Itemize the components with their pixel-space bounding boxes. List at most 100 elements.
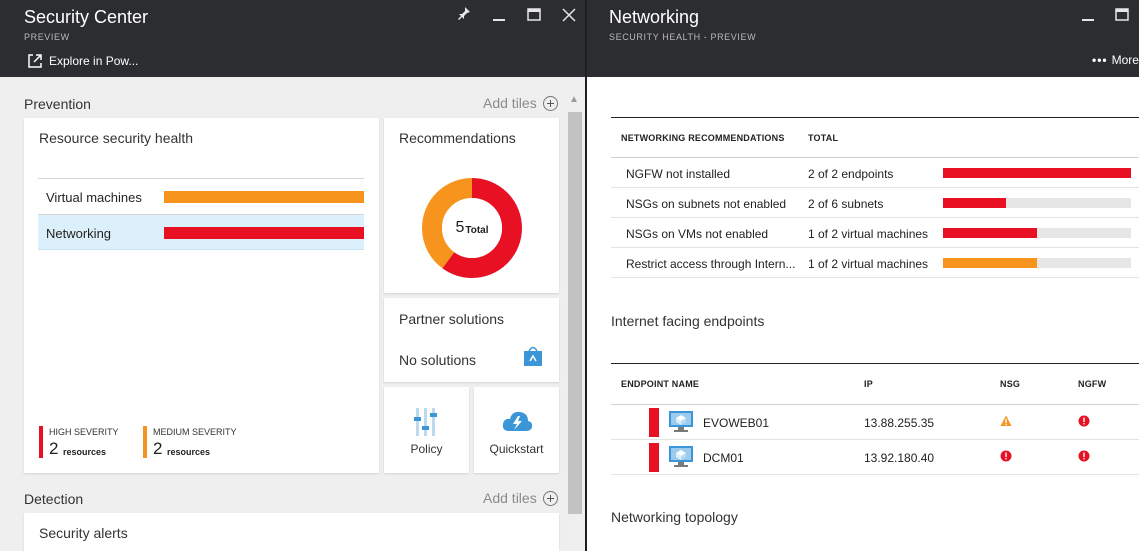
external-link-icon — [28, 54, 42, 68]
blade-subtitle: SECURITY HEALTH - PREVIEW — [609, 32, 757, 42]
endpoint-ip: 13.92.180.40 — [864, 451, 935, 465]
recommendation-bar-fill — [943, 228, 1037, 238]
endpoint-row[interactable]: DCM01 13.92.180.40 — [611, 440, 1139, 475]
ellipsis-icon: ••• — [1092, 53, 1108, 67]
recommendation-total: 2 of 2 endpoints — [808, 167, 894, 181]
more-button[interactable]: ••• More — [1092, 53, 1139, 67]
recommendation-total: 2 of 6 subnets — [808, 197, 884, 211]
recommendation-name: NSGs on subnets not enabled — [626, 197, 787, 211]
security-center-header: Security Center PREVIEW Explore in Pow..… — [0, 0, 585, 77]
recommendation-bar-fill — [943, 258, 1037, 268]
resource-row-label: Virtual machines — [46, 190, 142, 205]
recommendations-total-label: Total — [465, 224, 489, 236]
scroll-thumb[interactable] — [568, 112, 582, 514]
column-header-recommendations: NETWORKING RECOMMENDATIONS — [621, 133, 785, 143]
medium-severity-label: MEDIUM SEVERITY — [153, 427, 237, 437]
warning-icon — [1000, 415, 1012, 430]
security-center-blade: Security Center PREVIEW Explore in Pow..… — [0, 0, 585, 551]
tile-title: Recommendations — [399, 130, 516, 146]
resource-row-networking[interactable]: Networking — [38, 214, 364, 250]
recommendation-name: NGFW not installed — [626, 167, 731, 181]
prevention-label: Prevention — [24, 96, 91, 112]
add-tiles-label: Add tiles — [483, 490, 537, 506]
close-icon[interactable] — [562, 8, 576, 28]
high-severity-count: 2 — [49, 439, 59, 458]
policy-label: Policy — [410, 442, 443, 456]
recommendation-bar-track — [943, 198, 1131, 208]
recommendation-bar-track — [943, 258, 1131, 268]
medium-severity-count: 2 — [153, 439, 163, 458]
scroll-up-icon[interactable]: ▲ — [569, 94, 579, 105]
column-header-nsg: NSG — [1000, 379, 1021, 389]
tile-title: Resource security health — [39, 130, 194, 146]
severity-stripe — [649, 408, 659, 437]
partner-status: No solutions — [399, 352, 477, 368]
partner-solutions-tile[interactable]: Partner solutions No solutions — [384, 298, 559, 382]
networking-header: Networking SECURITY HEALTH - PREVIEW •••… — [587, 0, 1139, 77]
table-top-rule — [611, 117, 1139, 118]
add-tiles-label: Add tiles — [483, 95, 537, 111]
networking-blade: Networking SECURITY HEALTH - PREVIEW •••… — [587, 0, 1139, 551]
pin-icon[interactable] — [457, 6, 471, 26]
blade-subtitle: PREVIEW — [24, 32, 70, 42]
error-icon — [1000, 450, 1012, 465]
recommendation-total: 1 of 2 virtual machines — [808, 227, 929, 241]
recommendation-total: 1 of 2 virtual machines — [808, 257, 929, 271]
column-header-ngfw: NGFW — [1078, 379, 1107, 389]
medium-severity-stripe — [143, 426, 147, 458]
error-icon — [1078, 450, 1090, 465]
recommendation-bar-fill — [943, 168, 1131, 178]
endpoint-name: EVOWEB01 — [703, 416, 770, 430]
shopping-bag-icon — [523, 345, 543, 372]
endpoint-name: DCM01 — [703, 451, 744, 465]
quickstart-tile[interactable]: Quickstart — [474, 387, 559, 473]
resource-row-virtual-machines[interactable]: Virtual machines — [38, 178, 364, 214]
error-icon — [1078, 415, 1090, 430]
sliders-icon — [413, 408, 439, 441]
blade-title: Networking — [609, 7, 700, 27]
endpoint-row[interactable]: EVOWEB01 13.88.255.35 — [611, 405, 1139, 440]
severity-bar — [164, 191, 364, 203]
add-tiles-prevention-button[interactable]: Add tiles — [483, 95, 558, 111]
tile-title: Security alerts — [39, 525, 128, 541]
high-severity-label: HIGH SEVERITY — [49, 427, 119, 437]
blade-title: Security Center — [24, 7, 149, 27]
endpoint-ip: 13.88.255.35 — [864, 416, 935, 430]
cloud-lightning-icon — [501, 409, 533, 438]
maximize-icon[interactable] — [1115, 8, 1129, 28]
recommendations-donut: 5 Total — [421, 177, 523, 279]
minimize-icon[interactable] — [1081, 8, 1095, 28]
recommendation-row[interactable]: NSGs on VMs not enabled 1 of 2 virtual m… — [611, 218, 1139, 248]
recommendation-row[interactable]: NSGs on subnets not enabled 2 of 6 subne… — [611, 188, 1139, 218]
add-tiles-detection-button[interactable]: Add tiles — [483, 490, 558, 506]
column-header-ip: IP — [864, 379, 873, 389]
quickstart-label: Quickstart — [489, 442, 544, 456]
policy-tile[interactable]: Policy — [384, 387, 469, 473]
high-severity-stripe — [39, 426, 43, 458]
recommendation-row[interactable]: Restrict access through Intern... 1 of 2… — [611, 248, 1139, 278]
severity-bar — [164, 227, 364, 239]
resource-row-label: Networking — [46, 226, 112, 241]
add-circle-icon — [542, 95, 558, 111]
recommendation-row[interactable]: NGFW not installed 2 of 2 endpoints — [611, 158, 1139, 188]
recommendation-bar-track — [943, 228, 1131, 238]
minimize-icon[interactable] — [492, 8, 506, 28]
explore-in-powerbi-button[interactable]: Explore in Pow... — [27, 53, 138, 69]
vertical-scrollbar[interactable]: ▲ — [566, 92, 584, 551]
explore-label: Explore in Pow... — [49, 54, 139, 68]
more-label: More — [1111, 53, 1139, 67]
recommendation-bar-fill — [943, 198, 1006, 208]
networking-topology-title: Networking topology — [611, 509, 738, 525]
recommendation-bar-track — [943, 168, 1131, 178]
virtual-machine-icon — [669, 411, 693, 436]
recommendation-name: NSGs on VMs not enabled — [626, 227, 769, 241]
detection-label: Detection — [24, 491, 84, 507]
column-header-total: TOTAL — [808, 133, 839, 143]
medium-severity-unit: resources — [167, 447, 211, 457]
resource-security-health-tile[interactable]: Resource security health Virtual machine… — [24, 118, 379, 473]
recommendations-tile[interactable]: Recommendations 5 Total — [384, 118, 559, 293]
maximize-icon[interactable] — [527, 8, 541, 28]
security-alerts-tile[interactable]: Security alerts — [24, 513, 559, 551]
table-top-rule — [611, 363, 1139, 364]
add-circle-icon — [542, 490, 558, 506]
